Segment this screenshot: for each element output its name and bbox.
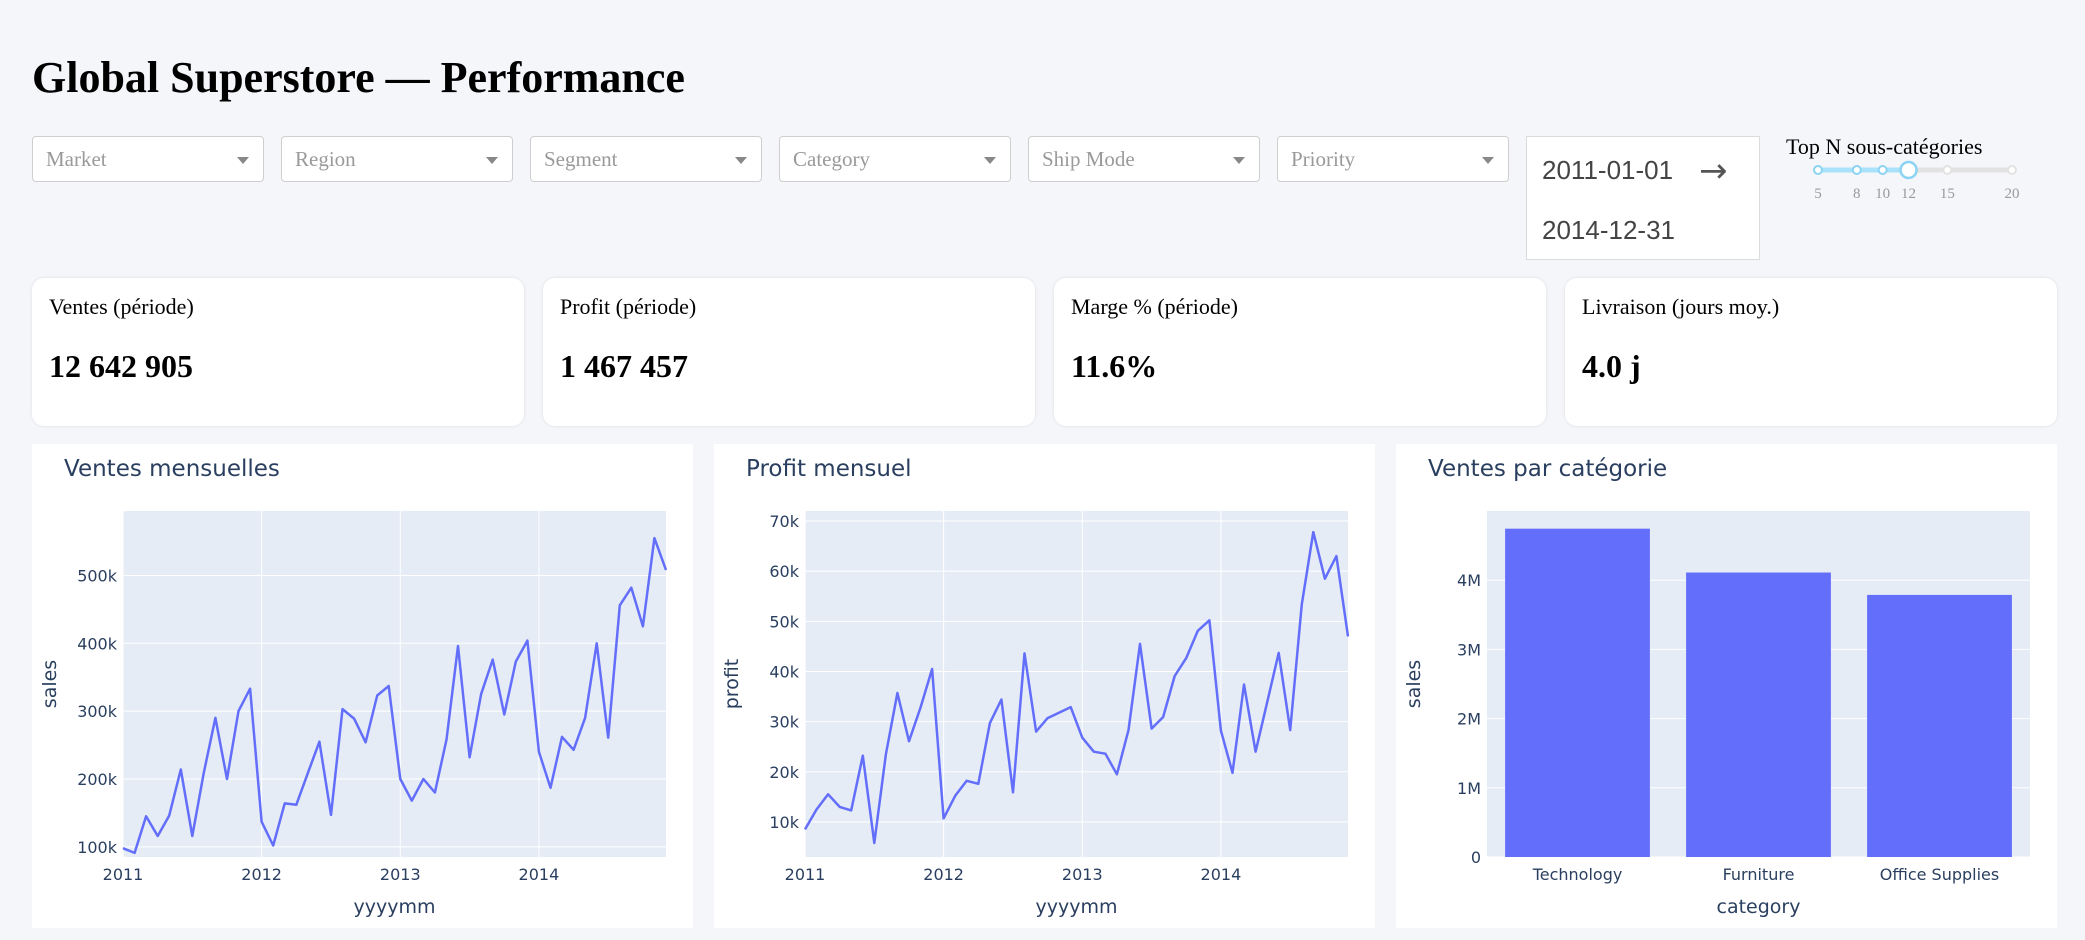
y-tick-label: 2M xyxy=(1457,710,1481,729)
chart-title: Ventes mensuelles xyxy=(64,456,280,482)
x-tick-label: 2011 xyxy=(103,865,144,884)
y-tick-label: 60k xyxy=(769,562,799,581)
y-tick-label: 50k xyxy=(769,612,799,631)
monthly-sales-svg: Ventes mensuelles yyyymm sales 100k 200k 300k… xyxy=(39,456,668,918)
plot-area xyxy=(123,511,666,857)
y-tick-label: 10k xyxy=(769,813,799,832)
kpi-value: 4.0 j xyxy=(1582,348,1641,384)
slider-dot xyxy=(1942,165,1953,175)
chevron-down-icon xyxy=(1233,157,1245,164)
y-tick-label: 70k xyxy=(769,512,799,531)
slider-handle[interactable] xyxy=(1899,160,1918,180)
chart-title: Profit mensuel xyxy=(746,456,912,482)
slider-dot xyxy=(2007,165,2017,175)
kpi-label: Ventes (période) xyxy=(49,294,194,319)
kpi-label: Livraison (jours moy.) xyxy=(1582,294,1780,319)
kpi-card-margin: Marge % (période) 11.6% xyxy=(1054,278,1546,426)
x-axis-label: category xyxy=(1717,896,1801,918)
monthly-profit-svg: Profit mensuel yyyymm profit 10k 20k 30k 40k 50… xyxy=(721,456,1350,918)
kpi-card-sales: Ventes (période) 12 642 905 xyxy=(32,278,524,426)
x-tick-label: 2011 xyxy=(785,865,826,884)
x-axis-label: yyyymm xyxy=(354,896,436,918)
kpi-label: Profit (période) xyxy=(560,294,697,319)
start-date-input[interactable]: 2011-01-01 xyxy=(1542,155,1673,186)
date-range-picker: 2011-01-01 → 2014-12-31 xyxy=(1526,136,1760,260)
y-tick-label: 30k xyxy=(769,713,799,732)
slider-mark-label: 10 xyxy=(1875,186,1890,202)
category-dropdown[interactable]: Category xyxy=(779,136,1011,182)
y-tick-label: 500k xyxy=(77,566,118,585)
arrow-right-icon: → xyxy=(1699,151,1728,191)
market-placeholder: Market xyxy=(46,147,107,171)
slider-dot xyxy=(1877,165,1888,175)
segment-dropdown[interactable]: Segment xyxy=(530,136,762,182)
priority-dropdown[interactable]: Priority xyxy=(1277,136,1509,182)
y-tick-label: 3M xyxy=(1457,640,1481,659)
region-placeholder: Region xyxy=(295,147,356,171)
slider-mark-label: 8 xyxy=(1853,186,1861,202)
slider-mark-label: 15 xyxy=(1940,186,1955,202)
ship-mode-dropdown[interactable]: Ship Mode xyxy=(1028,136,1260,182)
top-n-slider[interactable]: 5 8 10 12 15 20 xyxy=(1786,154,2046,214)
sales-by-category-svg: Ventes par catégorie category sales 0 1M 2M 3M… xyxy=(1403,456,2030,918)
x-tick-label: 2014 xyxy=(1201,865,1242,884)
y-axis-label: sales xyxy=(1403,660,1425,708)
y-tick-label: 100k xyxy=(77,838,118,857)
y-tick-label: 1M xyxy=(1457,779,1481,798)
monthly-profit-chart: Profit mensuel yyyymm profit 10k 20k 30k 40k 50… xyxy=(714,444,1375,928)
page-title: Global Superstore — Performance xyxy=(32,53,685,102)
region-dropdown[interactable]: Region xyxy=(281,136,513,182)
monthly-sales-chart: Ventes mensuelles yyyymm sales 100k 200k 300k… xyxy=(32,444,693,928)
slider-mark-label: 5 xyxy=(1814,186,1822,202)
segment-placeholder: Segment xyxy=(544,147,618,171)
kpi-value: 12 642 905 xyxy=(49,348,193,384)
market-dropdown[interactable]: Market xyxy=(32,136,264,182)
x-tick-label: Office Supplies xyxy=(1880,865,1999,884)
chart-title: Ventes par catégorie xyxy=(1428,456,1667,482)
y-axis-label: profit xyxy=(721,659,743,710)
y-axis-label: sales xyxy=(39,660,61,708)
y-tick-label: 4M xyxy=(1457,571,1481,590)
chevron-down-icon xyxy=(735,157,747,164)
slider-mark-label: 12 xyxy=(1901,186,1916,202)
sales-by-category-chart: Ventes par catégorie category sales 0 1M 2M 3M… xyxy=(1396,444,2057,928)
x-tick-label: Technology xyxy=(1532,865,1623,884)
chevron-down-icon xyxy=(984,157,996,164)
slider-dot xyxy=(1851,165,1862,175)
x-tick-label: 2012 xyxy=(923,865,964,884)
kpi-card-profit: Profit (période) 1 467 457 xyxy=(543,278,1035,426)
y-tick-label: 20k xyxy=(769,763,799,782)
x-tick-label: Furniture xyxy=(1723,865,1795,884)
x-tick-label: 2014 xyxy=(519,865,560,884)
priority-placeholder: Priority xyxy=(1291,147,1356,171)
y-tick-label: 200k xyxy=(77,770,118,789)
ship-mode-placeholder: Ship Mode xyxy=(1042,147,1135,171)
bar xyxy=(1505,528,1650,857)
plot-area xyxy=(805,511,1348,857)
y-tick-label: 0 xyxy=(1471,848,1481,867)
category-placeholder: Category xyxy=(793,147,870,171)
chevron-down-icon xyxy=(1482,157,1494,164)
kpi-value: 11.6% xyxy=(1071,348,1158,384)
end-date-input[interactable]: 2014-12-31 xyxy=(1542,215,1675,246)
kpi-label: Marge % (période) xyxy=(1071,294,1238,319)
x-tick-label: 2013 xyxy=(1062,865,1103,884)
slider-dot xyxy=(1813,165,1823,175)
x-tick-label: 2012 xyxy=(241,865,282,884)
slider-mark-label: 20 xyxy=(2005,186,2020,202)
chevron-down-icon xyxy=(237,157,249,164)
bar xyxy=(1686,572,1831,857)
kpi-value: 1 467 457 xyxy=(560,348,688,384)
y-tick-label: 40k xyxy=(769,662,799,681)
chevron-down-icon xyxy=(486,157,498,164)
y-tick-label: 400k xyxy=(77,634,118,653)
kpi-card-delivery: Livraison (jours moy.) 4.0 j xyxy=(1565,278,2057,426)
x-axis-label: yyyymm xyxy=(1036,896,1118,918)
y-tick-label: 300k xyxy=(77,702,118,721)
x-tick-label: 2013 xyxy=(380,865,421,884)
bar xyxy=(1867,594,2012,857)
